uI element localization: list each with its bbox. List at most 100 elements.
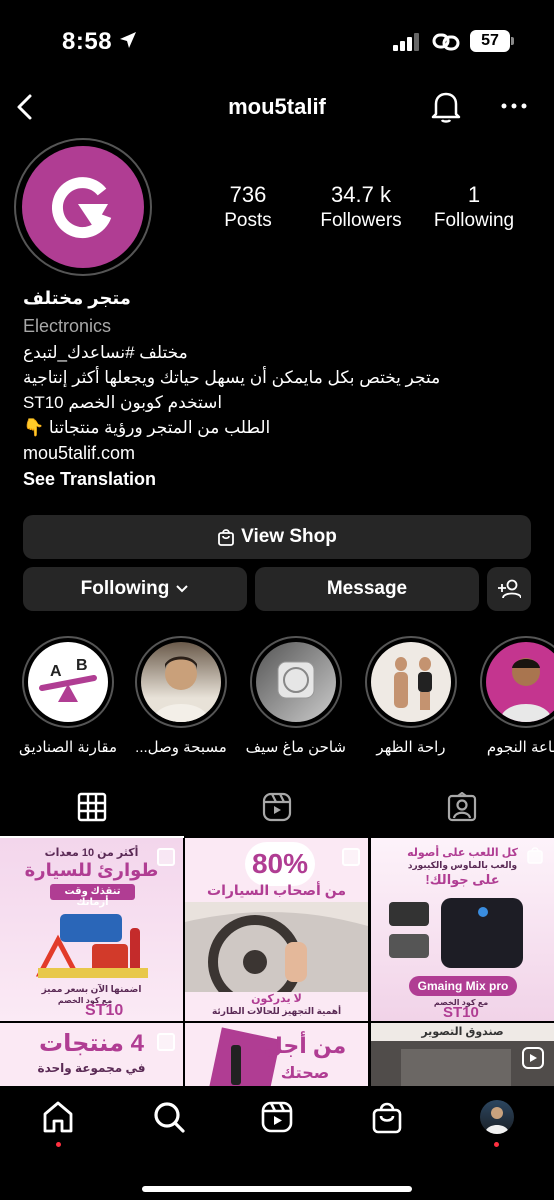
story-highlight[interactable]: راحة الظهر	[361, 636, 461, 756]
emergency-kit-image	[35, 914, 148, 978]
bottom-navigation	[0, 1086, 554, 1200]
svg-text:A: A	[50, 663, 62, 680]
product-device-image	[231, 1045, 241, 1085]
grid-post[interactable]: 4 منتجات في مجموعة واحدة	[0, 1023, 183, 1088]
posts-label: Posts	[224, 210, 272, 231]
battery-indicator: 57	[470, 30, 510, 52]
posts-count: 736	[229, 182, 267, 207]
posts-grid-tab-icon[interactable]	[77, 792, 107, 822]
home-icon[interactable]	[41, 1100, 75, 1134]
profile-header: mou5talif	[0, 80, 554, 136]
posts-grid: أكثر من 10 معدات طوارئ للسيارة تنقذك وقت…	[0, 838, 554, 1088]
following-label: Following	[433, 210, 515, 231]
post-text: صندوق التصوير	[421, 1026, 504, 1038]
posture-photo	[394, 657, 432, 710]
reels-tab-icon[interactable]	[262, 792, 292, 822]
profile-website-link[interactable]: mou5talif.com	[23, 443, 533, 467]
battery-tip	[511, 37, 514, 45]
story-highlight[interactable]: A B مقارنة الصناديق	[18, 636, 118, 756]
post-text: اضمنها الآن بسعر مميز	[41, 984, 142, 994]
following-button[interactable]: Following	[23, 567, 247, 611]
highlight-label: ساعة النجوم	[486, 739, 554, 756]
posts-stat[interactable]: 736 Posts	[205, 182, 291, 232]
highlight-label: راحة الظهر	[376, 739, 446, 756]
hotspot-link-icon	[432, 33, 460, 51]
status-time: 8:58	[62, 28, 113, 55]
photo-box-image	[401, 1049, 511, 1088]
following-stat[interactable]: 1 Following	[424, 182, 524, 232]
location-arrow-icon	[120, 32, 136, 48]
bio-line: متجر يختص بكل مايمكن أن يسهل حياتك ويجعل…	[23, 368, 441, 387]
grid-post[interactable]: 80% من أصحاب السيارات لا يدركون أهمية ال…	[185, 838, 368, 1021]
followers-stat[interactable]: 34.7 k Followers	[310, 182, 412, 232]
post-text: طوارئ للسيارة	[24, 860, 159, 880]
post-text: من أجل	[263, 1033, 347, 1058]
seesaw-ab-icon: A B	[39, 657, 97, 702]
post-text: أكثر من 10 معدات	[44, 847, 139, 859]
post-text: صحتك	[280, 1065, 330, 1082]
magsafe-charger-photo	[277, 661, 315, 699]
story-highlight[interactable]: ساعة النجوم	[476, 636, 554, 756]
reels-icon[interactable]	[260, 1100, 294, 1134]
brand-logo-icon	[51, 177, 112, 239]
post-text: كل اللعب على أصوله	[407, 847, 518, 859]
status-bar: 8:58 57	[0, 0, 554, 80]
post-banner: صندوق التصوير	[371, 1023, 554, 1041]
reel-icon	[522, 1047, 544, 1069]
message-button-label: Message	[326, 578, 408, 599]
followers-label: Followers	[320, 210, 402, 231]
grid-post[interactable]: أكثر من 10 معدات طوارئ للسيارة تنقذك وقت…	[0, 838, 183, 1021]
post-text: من أصحاب السيارات	[207, 882, 346, 898]
highlight-ring	[135, 636, 227, 728]
notification-bell-icon[interactable]	[430, 90, 462, 124]
highlight-cover	[256, 642, 336, 722]
story-highlight[interactable]: شاحن ماغ سيف	[246, 636, 346, 756]
suggested-users-button[interactable]	[487, 567, 531, 611]
add-user-icon	[498, 579, 521, 599]
highlight-label: شاحن ماغ سيف	[246, 739, 346, 756]
home-notification-dot	[56, 1142, 61, 1147]
highlight-cover	[486, 642, 554, 722]
message-button[interactable]: Message	[255, 567, 479, 611]
highlight-cover	[141, 642, 221, 722]
steering-wheel-image	[185, 902, 368, 992]
profile-bio: متجر مختلف Electronics مختلف #نساعدك_لتب…	[23, 288, 533, 490]
person-photo	[153, 656, 209, 722]
coupon-code: ST10	[443, 1004, 479, 1021]
shopping-bag-icon	[218, 529, 235, 546]
gaming-adapter-image	[389, 898, 523, 968]
cellular-signal-icon	[393, 33, 419, 51]
post-text: 4 منتجات	[39, 1030, 144, 1057]
more-options-icon[interactable]	[500, 92, 528, 120]
following-count: 1	[467, 182, 481, 207]
profile-tabs	[0, 782, 554, 838]
carousel-icon	[342, 848, 360, 866]
story-highlight[interactable]: مسبحة وصل...	[131, 636, 231, 756]
grid-post[interactable]: من أجل صحتك	[185, 1023, 368, 1088]
coupon-code: ST10	[85, 1002, 124, 1019]
highlight-cover	[371, 642, 451, 722]
highlight-ring: A B	[22, 636, 114, 728]
profile-notification-dot	[494, 1142, 499, 1147]
profile-avatar[interactable]	[14, 138, 152, 276]
home-indicator	[142, 1186, 412, 1192]
highlight-label: مسبحة وصل...	[135, 739, 227, 756]
product-name-pill: Gmaing Mix pro	[409, 976, 517, 996]
following-button-label: Following	[80, 578, 170, 599]
see-translation-link[interactable]: See Translation	[23, 469, 533, 490]
highlight-ring	[365, 636, 457, 728]
followers-count: 34.7 k	[331, 182, 391, 207]
grid-post[interactable]: كل اللعب على أصوله والعب بالماوس والكيبو…	[371, 838, 554, 1021]
grid-post[interactable]: صندوق التصوير	[371, 1023, 554, 1088]
bio-line: استخدم كوبون الخصم ST10	[23, 393, 223, 412]
post-text: لا يدركون	[251, 993, 302, 1005]
profile-username: mou5talif	[228, 94, 326, 119]
profile-avatar-tab[interactable]	[480, 1100, 514, 1134]
shop-icon[interactable]	[370, 1100, 404, 1134]
post-text: على جوالك!	[425, 872, 500, 887]
search-icon[interactable]	[152, 1100, 186, 1134]
tagged-tab-icon[interactable]	[447, 792, 477, 822]
post-text: في مجموعة واحدة	[37, 1061, 146, 1075]
bio-line: مختلف #نساعدك_لتبدع	[23, 343, 188, 362]
view-shop-button[interactable]: View Shop	[23, 515, 531, 559]
